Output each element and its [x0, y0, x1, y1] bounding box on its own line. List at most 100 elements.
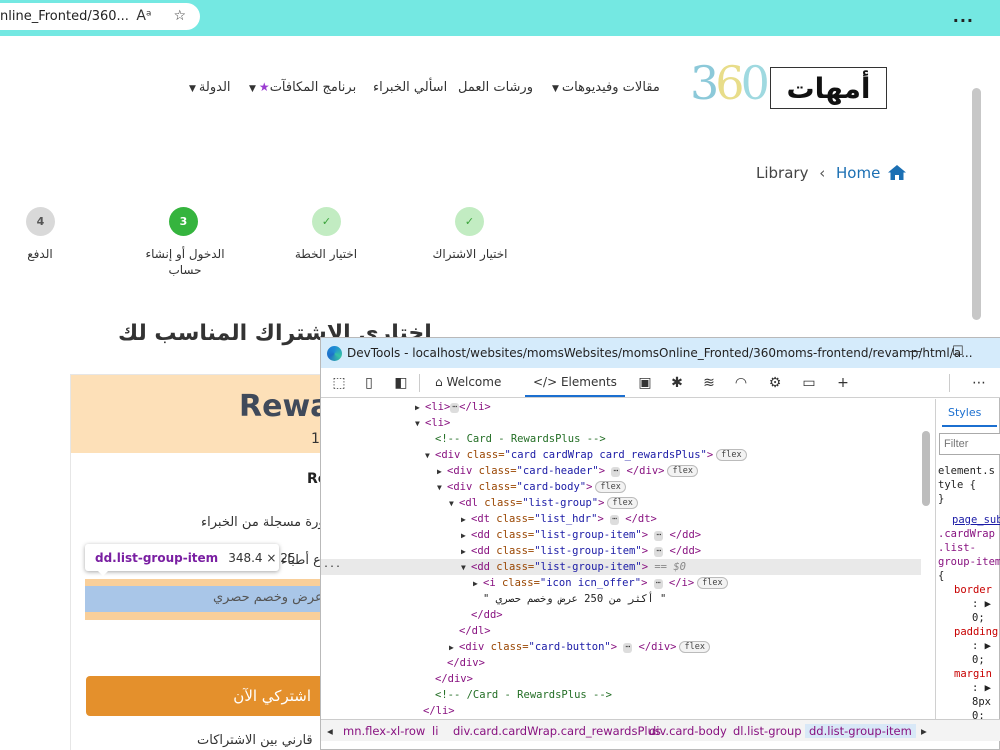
collapse-arrow-icon[interactable]: ▼	[437, 480, 447, 496]
add-tab-icon[interactable]: +	[835, 376, 851, 390]
expand-arrow-icon[interactable]: ▶	[437, 464, 447, 480]
page-scrollbar[interactable]	[972, 88, 981, 320]
dom-node-list-group-item[interactable]: ▶ <dd class="list-group-item"> ⋯ </dd>	[461, 543, 701, 559]
expand-arrow-icon[interactable]: ▶	[461, 512, 471, 528]
home-icon[interactable]	[888, 165, 907, 180]
toggle-sidebar-icon[interactable]: ◧	[393, 376, 409, 390]
dom-node-list-group[interactable]: ▼ <dl class="list-group"> flex	[449, 495, 638, 511]
url-text: nline_Fronted/360...	[0, 9, 129, 24]
nav-country[interactable]: ▼ الدولة	[189, 80, 231, 95]
collapsed-content-icon[interactable]: ⋯	[450, 403, 460, 413]
dom-node-card-body[interactable]: ▼ <div class="card-body"> flex	[437, 479, 626, 495]
star-icon[interactable]: ☆	[173, 8, 186, 24]
breadcrumb-home[interactable]: Home	[836, 164, 880, 182]
styles-filter-input[interactable]	[939, 433, 1000, 455]
tab-welcome[interactable]: ⌂ Welcome	[435, 375, 501, 389]
style-value[interactable]: : ▶	[972, 681, 991, 695]
address-bar[interactable]: nline_Fronted/360... Aᵃ ☆	[0, 3, 200, 30]
crumb-scroll-right-icon[interactable]: ▸	[921, 724, 927, 738]
collapsed-content-icon[interactable]: ⋯	[654, 531, 664, 541]
flex-badge[interactable]: flex	[679, 641, 710, 653]
collapsed-content-icon[interactable]: ⋯	[611, 467, 621, 477]
expand-arrow-icon[interactable]: ▶	[449, 640, 459, 656]
more-icon[interactable]: ...	[953, 7, 974, 26]
network-wifi-icon[interactable]: ≋	[701, 376, 717, 390]
crumb-item[interactable]: div.card-body	[649, 724, 727, 738]
dom-close-li[interactable]: </li>	[423, 703, 455, 719]
style-value[interactable]: : ▶	[972, 639, 991, 653]
dom-node-card[interactable]: ▼ <div class="card cardWrap card_rewardsP…	[425, 447, 747, 463]
crumb-scroll-left-icon[interactable]: ◂	[327, 724, 333, 738]
flex-badge[interactable]: flex	[607, 497, 638, 509]
dom-close-dd[interactable]: </dd>	[471, 607, 503, 623]
dom-close-div[interactable]: </div>	[447, 655, 485, 671]
dom-node-card-header[interactable]: ▶ <div class="card-header"> ⋯ </div> flex	[437, 463, 698, 479]
style-source-link[interactable]: page_sub	[952, 513, 1000, 527]
performance-gauge-icon[interactable]: ◠	[733, 376, 749, 390]
nav-articles[interactable]: ▼ مقالات وفيديوهات	[552, 80, 660, 95]
dom-text-node[interactable]: " أكثر من 250 عرض وخصم حصري "	[483, 591, 666, 607]
sources-bug-icon[interactable]: ✱	[669, 376, 685, 390]
minimize-button[interactable]: —	[909, 344, 922, 359]
window-controls: — ☐	[909, 344, 964, 359]
crumb-item-active[interactable]: dd.list-group-item	[805, 724, 916, 738]
nav-rewards[interactable]: ▼ ★برنامج المكافآت	[249, 80, 356, 95]
nav-experts[interactable]: اسألي الخبراء	[373, 80, 447, 95]
style-selector: .cardWrap	[938, 528, 995, 540]
devtools-titlebar[interactable]: DevTools - localhost/websites/momsWebsit…	[321, 338, 1000, 368]
read-aloud-icon[interactable]: Aᵃ	[136, 8, 151, 24]
compare-subscriptions-link[interactable]: قارني بين الاشتراكات	[197, 733, 313, 748]
dom-node-list-hdr[interactable]: ▶ <dt class="list_hdr"> ⋯ </dt>	[461, 511, 657, 527]
dom-node-card-button[interactable]: ▶ <div class="card-button"> ⋯ </div> flex	[449, 639, 710, 655]
style-property[interactable]: margin	[954, 667, 992, 681]
collapsed-content-icon[interactable]: ⋯	[623, 643, 633, 653]
dom-node-li[interactable]: ▼ <li>	[415, 415, 450, 431]
collapse-arrow-icon[interactable]: ▼	[461, 560, 471, 576]
inspect-element-icon[interactable]: ⬚	[331, 376, 347, 390]
style-property[interactable]: padding	[954, 625, 998, 639]
maximize-button[interactable]: ☐	[952, 344, 964, 359]
application-panel-icon[interactable]: ▭	[801, 376, 817, 390]
collapsed-content-icon[interactable]: ⋯	[654, 547, 664, 557]
site-logo[interactable]: أمهات	[770, 67, 887, 109]
dom-node-icon[interactable]: ▶ <i class="icon icn_offer"> ⋯ </i> flex	[473, 575, 728, 591]
subscribe-button[interactable]: اشتركي الآن	[86, 676, 331, 716]
collapse-arrow-icon[interactable]: ▼	[449, 496, 459, 512]
crumb-item[interactable]: dl.list-group	[733, 724, 802, 738]
flex-badge[interactable]: flex	[595, 481, 626, 493]
expand-arrow-icon[interactable]: ▶	[461, 528, 471, 544]
dom-comment[interactable]: <!-- Card - RewardsPlus -->	[435, 431, 606, 447]
flex-badge[interactable]: flex	[667, 465, 698, 477]
dom-node-li[interactable]: ▶ <li> ⋯ </li>	[415, 399, 491, 415]
expand-arrow-icon[interactable]: ▶	[461, 544, 471, 560]
collapsed-content-icon[interactable]: ⋯	[653, 579, 663, 589]
dom-node-list-group-item[interactable]: ▶ <dd class="list-group-item"> ⋯ </dd>	[461, 527, 701, 543]
tab-elements[interactable]: </> Elements	[533, 375, 617, 389]
collapse-arrow-icon[interactable]: ▼	[425, 448, 435, 464]
dom-comment[interactable]: <!-- /Card - RewardsPlus -->	[435, 687, 612, 703]
collapsed-content-icon[interactable]: ⋯	[610, 515, 619, 525]
tab-styles[interactable]: Styles	[948, 406, 981, 419]
row-options-icon[interactable]: ...	[323, 559, 341, 570]
expand-arrow-icon[interactable]: ▶	[415, 400, 425, 416]
flex-badge[interactable]: flex	[697, 577, 728, 589]
dom-tree-scrollbar[interactable]	[922, 431, 930, 506]
console-icon[interactable]: ▣	[637, 376, 653, 390]
style-property[interactable]: border	[954, 583, 992, 597]
more-tools-icon[interactable]: ⋯	[971, 376, 987, 390]
tooltip-element-size: 348.4 × 25	[228, 550, 296, 565]
chevron-down-icon: ▼	[249, 84, 256, 94]
expand-arrow-icon[interactable]: ▶	[473, 576, 483, 592]
flex-badge[interactable]: flex	[716, 449, 747, 461]
settings-gear-icon[interactable]: ⚙	[767, 376, 783, 390]
dom-close-dl[interactable]: </dl>	[459, 623, 491, 639]
collapse-arrow-icon[interactable]: ▼	[415, 416, 425, 432]
crumb-item[interactable]: div.card.cardWrap.card_rewardsPlus	[453, 724, 661, 738]
crumb-item[interactable]: li	[432, 724, 438, 738]
nav-workshops[interactable]: ورشات العمل	[458, 80, 533, 95]
dom-node-list-group-item-selected[interactable]: ▼ <dd class="list-group-item"> == $0	[461, 559, 686, 575]
crumb-item[interactable]: mn.flex-xl-row	[343, 724, 425, 738]
dom-close-div[interactable]: </div>	[435, 671, 473, 687]
style-value[interactable]: : ▶	[972, 597, 991, 611]
device-emulation-icon[interactable]: ▯	[361, 376, 377, 390]
